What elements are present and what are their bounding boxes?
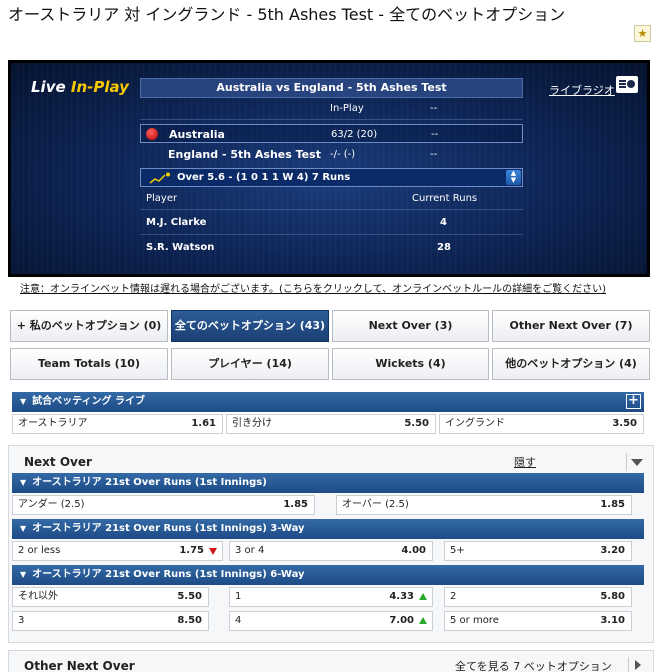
collapse-triangle-icon: ▼ xyxy=(20,397,27,406)
delay-notice-link[interactable]: 注意：オンラインベット情報は遅れる場合がございます。(こちらをクリックして、オン… xyxy=(20,280,606,295)
hide-link[interactable]: 隠す xyxy=(514,454,536,470)
collapse-triangle-icon: ▼ xyxy=(20,570,27,579)
player-header-row: Player Current Runs xyxy=(146,193,478,204)
radio-icon[interactable] xyxy=(616,76,638,93)
expand-plus-icon[interactable]: + xyxy=(626,394,641,409)
odds-cell[interactable]: 4 7.00 xyxy=(229,611,433,631)
other-next-over-title: Other Next Over xyxy=(24,659,135,672)
match-title: Australia vs England - 5th Ashes Test xyxy=(140,78,523,98)
page-title: オーストラリア 対 イングランド - 5th Ashes Test - 全てのベ… xyxy=(8,5,566,24)
odds-up-arrow-icon xyxy=(419,593,427,600)
collapse-triangle-icon: ▼ xyxy=(20,524,27,533)
odds-cell[interactable]: アンダー (2.5) 1.85 xyxy=(12,495,315,515)
over-summary-select[interactable]: Over 5.6 - (1 0 1 1 W 4) 7 Runs ▲ ▼ xyxy=(140,168,523,187)
odds-cell[interactable]: 3 or 4 4.00 xyxy=(229,541,433,561)
star-icon: ★ xyxy=(637,27,648,40)
tab-next-over[interactable]: Next Over (3) xyxy=(332,310,489,342)
tab-all-bets[interactable]: 全てのベットオプション (43) xyxy=(171,310,329,342)
live-in-play-logo: Live In-Play xyxy=(31,78,129,96)
cricket-ball-icon xyxy=(146,128,158,140)
team1-row: Australia 63/2 (20) -- xyxy=(140,124,523,143)
odds-cell[interactable]: 2 5.80 xyxy=(444,587,632,607)
chevron-right-icon[interactable] xyxy=(628,657,644,672)
odds-down-arrow-icon xyxy=(209,548,217,555)
live-radio-link[interactable]: ライブラジオ xyxy=(549,82,615,98)
odds-cell[interactable]: オーストラリア 1.61 xyxy=(12,414,223,434)
next-over-title: Next Over xyxy=(24,455,92,469)
tab-wickets[interactable]: Wickets (4) xyxy=(332,348,489,380)
match-betting-header[interactable]: ▼ 試合ベッティング ライブ + xyxy=(12,392,644,412)
odds-cell[interactable]: 引き分け 5.50 xyxy=(226,414,436,434)
odds-cell[interactable]: イングランド 3.50 xyxy=(439,414,644,434)
odds-cell[interactable]: 1 4.33 xyxy=(229,587,433,607)
odds-cell[interactable]: 3 8.50 xyxy=(12,611,209,631)
collapse-triangle-icon: ▼ xyxy=(20,478,27,487)
add-favourite-button[interactable]: ★ xyxy=(634,25,651,42)
tab-other-bets[interactable]: 他のベットオプション (4) xyxy=(492,348,650,380)
tab-players[interactable]: プレイヤー (14) xyxy=(171,348,329,380)
tab-other-next-over[interactable]: Other Next Over (7) xyxy=(492,310,650,342)
collapse-chevron-icon[interactable] xyxy=(626,453,644,471)
market-header[interactable]: ▼ オーストラリア 21st Over Runs (1st Innings) 3-… xyxy=(12,519,644,539)
player-row: S.R. Watson 28 xyxy=(146,242,451,253)
odds-up-arrow-icon xyxy=(419,617,427,624)
bat-icon xyxy=(149,172,170,184)
market-header[interactable]: ▼ オーストラリア 21st Over Runs (1st Innings) xyxy=(12,473,644,493)
player-row: M.J. Clarke 4 xyxy=(146,217,447,228)
odds-cell[interactable]: それ以外 5.50 xyxy=(12,587,209,607)
tab-my-bets[interactable]: + 私のベットオプション (0) xyxy=(10,310,168,342)
odds-cell[interactable]: 5 or more 3.10 xyxy=(444,611,632,631)
spinner-arrows-icon[interactable]: ▲ ▼ xyxy=(506,170,521,185)
live-panel: Live In-Play ライブラジオ Australia vs England… xyxy=(8,60,650,277)
market-header[interactable]: ▼ オーストラリア 21st Over Runs (1st Innings) 6-… xyxy=(12,565,644,585)
odds-cell[interactable]: オーバー (2.5) 1.85 xyxy=(336,495,632,515)
inplay-row: In-Play -- xyxy=(330,103,438,114)
tab-team-totals[interactable]: Team Totals (10) xyxy=(10,348,168,380)
odds-cell[interactable]: 2 or less 1.75 xyxy=(12,541,223,561)
odds-cell[interactable]: 5+ 3.20 xyxy=(444,541,632,561)
team2-row: England - 5th Ashes Test -/- (-) -- xyxy=(168,148,438,161)
view-all-link[interactable]: 全てを見る 7 ベットオプション xyxy=(455,658,612,672)
